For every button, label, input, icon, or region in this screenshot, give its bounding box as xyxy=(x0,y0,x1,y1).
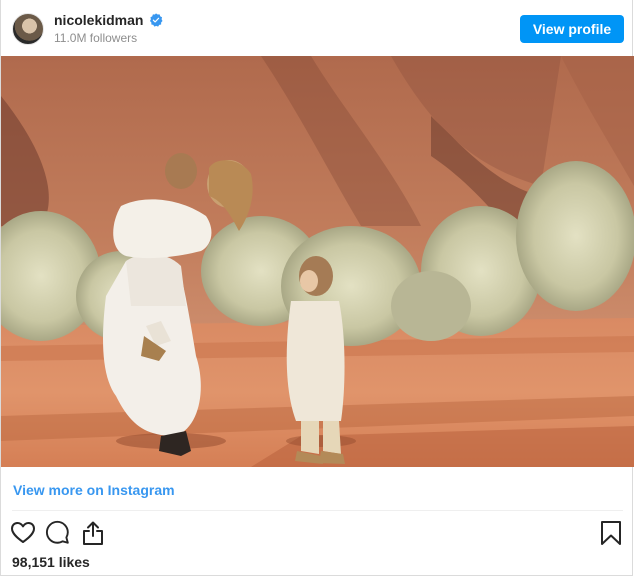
heart-icon[interactable] xyxy=(10,520,36,546)
verified-badge-icon xyxy=(149,13,163,27)
view-more-link[interactable]: View more on Instagram xyxy=(13,482,175,498)
post-header: nicolekidman 11.0M followers View profil… xyxy=(1,0,634,56)
like-count: 98,151 likes xyxy=(12,554,90,570)
avatar[interactable] xyxy=(12,13,44,45)
comment-icon[interactable] xyxy=(45,520,71,546)
action-bar xyxy=(1,516,634,550)
divider xyxy=(12,510,623,511)
post-photo[interactable] xyxy=(1,56,634,467)
post-photo-image xyxy=(1,56,634,467)
share-icon[interactable] xyxy=(80,520,106,546)
bookmark-icon[interactable] xyxy=(598,520,624,546)
instagram-embed: nicolekidman 11.0M followers View profil… xyxy=(0,0,634,576)
follower-count: 11.0M followers xyxy=(54,31,138,45)
view-profile-button[interactable]: View profile xyxy=(520,15,624,43)
username[interactable]: nicolekidman xyxy=(54,12,143,28)
